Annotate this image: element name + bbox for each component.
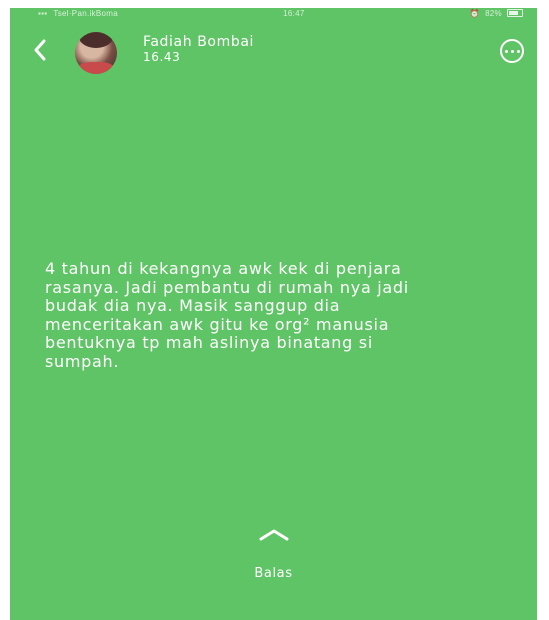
chevron-up-icon xyxy=(259,529,288,541)
alarm-icon: ⏰ xyxy=(469,8,481,18)
story-screen: ▪▪▪ Tsel·Pan.ikBoma 16:47 ⏰ 82% Fadiah B… xyxy=(10,8,537,620)
story-text: 4 tahun di kekangnya awk kek di penjara … xyxy=(45,259,409,371)
avatar[interactable] xyxy=(75,32,117,74)
story-header: Fadiah Bombai 16.43 xyxy=(10,30,537,74)
carrier-label: Tsel·Pan.ikBoma xyxy=(53,8,118,18)
reply-label: Balas xyxy=(254,566,293,581)
status-left: ▪▪▪ Tsel·Pan.ikBoma xyxy=(38,9,118,18)
reply-button[interactable]: Balas xyxy=(10,528,537,581)
story-time: 16.43 xyxy=(143,50,181,64)
status-bar: ▪▪▪ Tsel·Pan.ikBoma 16:47 ⏰ 82% xyxy=(10,8,537,18)
battery-icon xyxy=(506,9,523,17)
signal-icon: ▪▪▪ xyxy=(38,8,48,18)
chevron-left-icon xyxy=(34,39,46,61)
status-clock: 16:47 xyxy=(283,8,305,18)
back-button[interactable] xyxy=(28,36,52,64)
more-horizontal-icon xyxy=(504,49,508,53)
more-options-button[interactable] xyxy=(500,39,524,63)
contact-name[interactable]: Fadiah Bombai xyxy=(143,34,254,50)
status-right: ⏰ 82% xyxy=(470,9,523,18)
battery-percent: 82% xyxy=(485,8,502,18)
